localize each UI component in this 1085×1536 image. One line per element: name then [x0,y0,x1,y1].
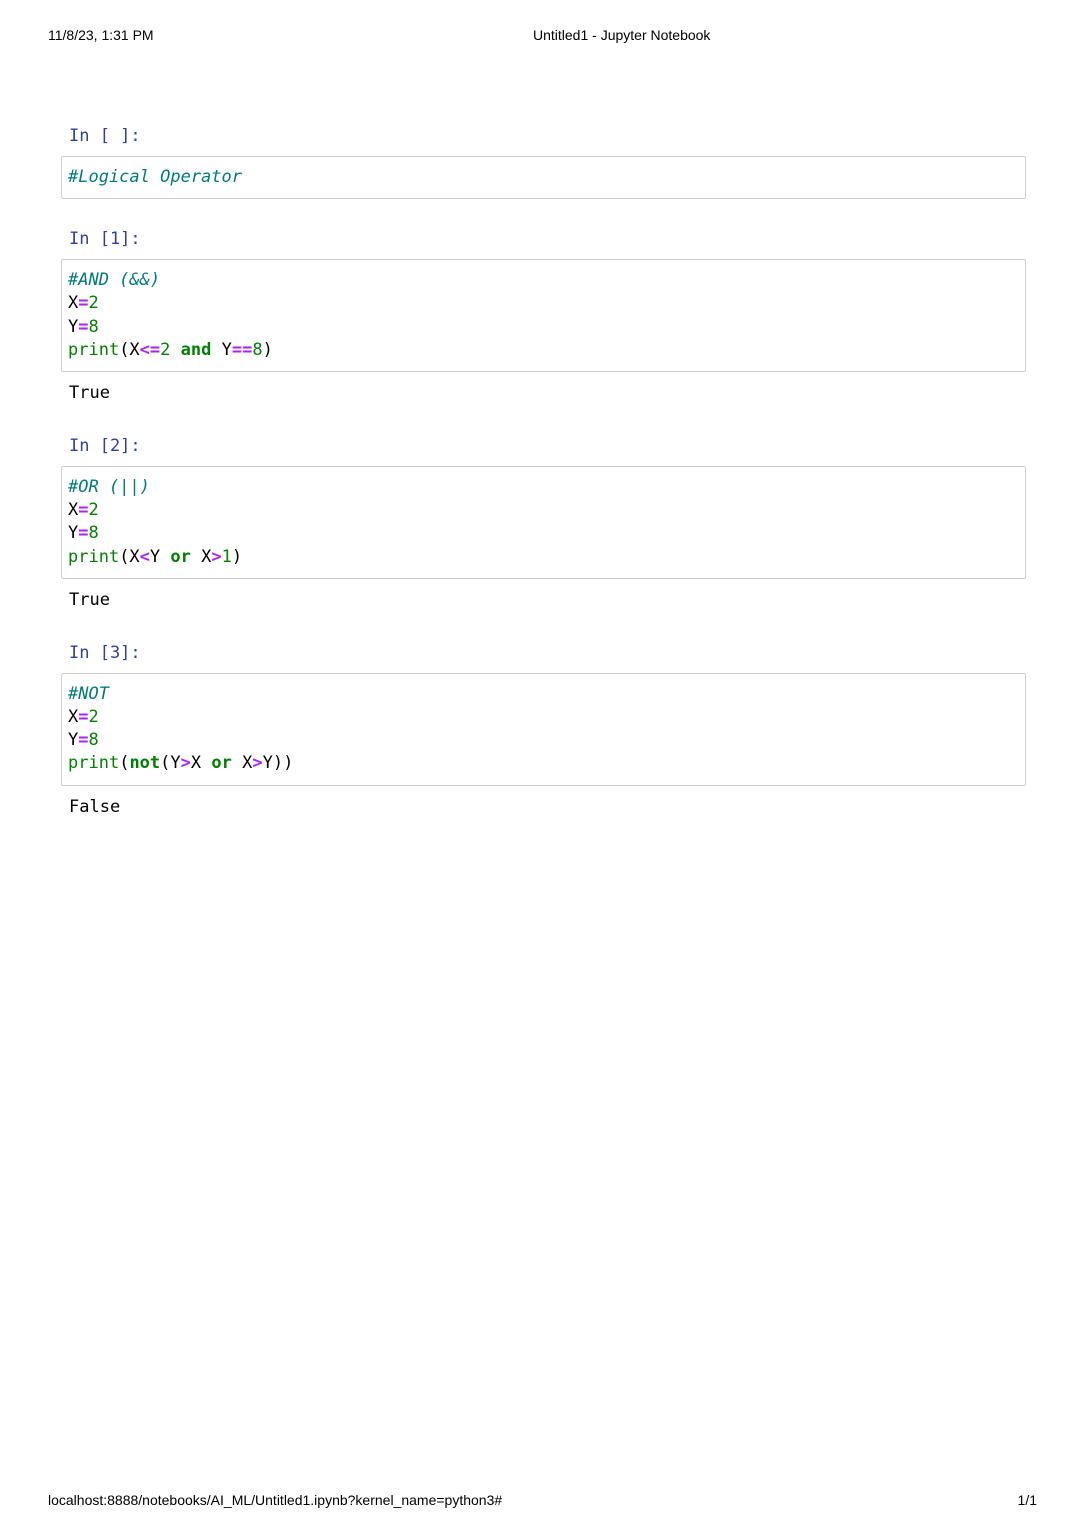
cell-input-prompt: In [2]: [69,436,141,457]
code-token-var: ) [262,339,273,360]
code-token-var: X [190,546,212,567]
code-token-builtin: print [68,753,120,774]
code-input-area[interactable]: #Logical Operator [61,156,1026,200]
code-token-operator: = [78,523,89,544]
code-input-area[interactable]: #NOT X=2 Y=8 print(not(Y>X or X>Y)) [61,672,1026,786]
code-token-var: X [68,500,79,521]
code-line: X=2 [68,292,1019,315]
code-token-number: 2 [88,293,99,314]
code-line: X=2 [68,706,1019,729]
print-datetime: 11/8/23, 1:31 PM [48,27,154,43]
cell-input-prompt: In [1]: [69,229,141,250]
print-url: localhost:8888/notebooks/AI_ML/Untitled1… [48,1492,503,1508]
code-token-number: 8 [88,730,99,751]
code-token-builtin: print [68,546,120,567]
code-token-var: Y [149,546,171,567]
print-page-title: Untitled1 - Jupyter Notebook [533,27,711,43]
code-token-number: 2 [88,707,99,728]
code-token-var: X [231,753,253,774]
code-token-keyword: and [180,339,212,360]
code-line: print(not(Y>X or X>Y)) [68,752,1019,775]
code-token-var [170,340,180,360]
print-footer: localhost:8888/notebooks/AI_ML/Untitled1… [48,1492,1037,1510]
code-line: X=2 [68,499,1019,522]
code-token-var: Y [68,730,79,751]
code-line: Y=8 [68,522,1019,545]
cell-input-prompt: In [ ]: [69,126,141,146]
code-token-number: 1 [221,546,232,567]
code-input-area[interactable]: #OR (||) X=2 Y=8 print(X<Y or X>1) [61,466,1026,579]
code-token-keyword: or [170,546,191,567]
code-token-operator: <= [139,339,161,360]
print-header: 11/8/23, 1:31 PM Untitled1 - Jupyter Not… [48,27,1037,45]
cell-output-text: True [69,383,110,404]
code-token-operator: = [78,316,89,337]
code-token-var: (Y [160,753,181,774]
code-line: Y=8 [68,729,1019,752]
code-token-operator: = [78,730,89,751]
code-token-var: Y [68,316,79,337]
code-token-var: Y [68,523,79,544]
cell-output-text: True [69,589,110,610]
code-token-number: 2 [88,500,99,521]
code-token-var: Y [211,339,232,360]
code-token-number: 8 [88,316,99,337]
code-token-operator: < [139,546,150,567]
code-line: Y=8 [68,316,1019,339]
notebook-cell[interactable]: In [ ]: #Logical Operator [61,123,1027,200]
code-token-operator: > [211,546,222,567]
code-token-comment: #NOT [68,683,109,704]
code-token-comment: #OR (||) [68,477,150,498]
code-token-var: X [190,753,212,774]
code-token-builtin: print [68,339,120,360]
code-line: #Logical Operator [68,166,1019,189]
print-page-number: 1/1 [1017,1492,1037,1508]
code-token-operator: = [78,293,89,314]
code-token-keyword: not [129,753,161,774]
code-token-comment: #AND (&&) [68,270,161,291]
code-token-var: ( [119,753,130,774]
code-input-area[interactable]: #AND (&&) X=2 Y=8 print(X<=2 and Y==8) [61,259,1026,373]
code-token-var: ) [231,546,243,567]
code-line: #AND (&&) [68,269,1019,292]
code-token-var: X [68,293,79,314]
notebook-container: In [ ]: #Logical Operator In [1]: #AND (&&)… [61,95,1027,819]
code-token-operator: > [252,753,263,774]
code-token-number: 8 [88,523,99,544]
code-token-var: Y)) [262,753,294,774]
cell-input-prompt: In [3]: [69,642,141,663]
code-token-keyword: or [211,753,232,774]
code-token-operator: = [78,707,89,728]
code-line: #OR (||) [68,476,1019,499]
code-token-operator: == [231,339,253,360]
cell-output-text: False [69,796,121,817]
code-token-var: (X [119,339,140,360]
code-line: print(X<=2 and Y==8) [68,339,1019,362]
code-token-number: 8 [252,339,263,360]
code-token-var: X [68,707,79,728]
code-line: #NOT [68,683,1019,706]
notebook-cell[interactable]: In [2]: #OR (||) X=2 Y=8 print(X<Y or X>1) Tr… [61,433,1027,612]
notebook-cell[interactable]: In [3]: #NOT X=2 Y=8 print(not(Y>X or X>Y)) F… [61,640,1027,819]
code-line: print(X<Y or X>1) [68,546,1019,569]
code-token-number: 2 [160,339,171,360]
code-token-operator: > [180,753,191,774]
code-token-operator: = [78,500,89,521]
code-token-comment: #Logical Operator [68,167,242,187]
code-token-var: (X [119,546,140,567]
notebook-cell[interactable]: In [1]: #AND (&&) X=2 Y=8 print(X<=2 and Y==… [61,226,1027,405]
